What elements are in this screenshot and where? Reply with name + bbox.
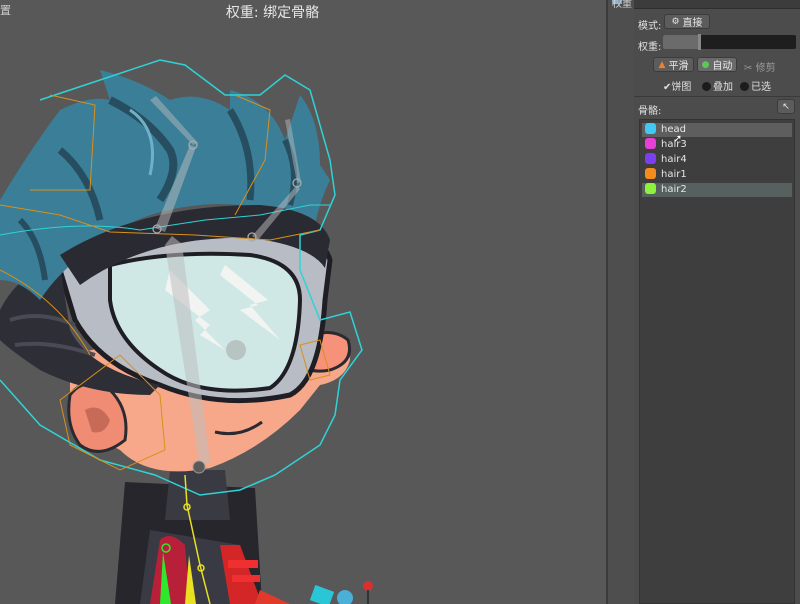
weight-label: 权重:	[638, 42, 662, 53]
weight-slider[interactable]	[663, 34, 796, 50]
prune-button[interactable]: ✂ 修剪	[744, 59, 776, 74]
pie-label: 饼图	[671, 82, 692, 93]
bone-name: hair1	[661, 169, 687, 180]
bones-label: 骨骼:	[638, 106, 662, 117]
list-item[interactable]: hair1	[642, 168, 792, 182]
mode-dropdown[interactable]: ⚙ 直接	[664, 14, 710, 29]
smooth-label: 平滑	[668, 61, 689, 72]
bone-color-swatch	[645, 183, 656, 194]
weight-slider-handle[interactable]	[698, 34, 701, 50]
scissors-icon: ✂	[744, 63, 753, 74]
list-item[interactable]: hair2	[642, 183, 792, 197]
bone-color-swatch	[645, 168, 656, 179]
bone-name: hair4	[661, 154, 687, 165]
bone-pick-button[interactable]: ↖	[777, 99, 795, 114]
list-item[interactable]: head	[642, 123, 792, 137]
bone-color-swatch	[645, 123, 656, 134]
list-item[interactable]: hair3	[642, 138, 792, 152]
pie-check[interactable]: ✔饼图	[663, 78, 691, 93]
auto-button[interactable]: ● 自动	[697, 57, 737, 72]
selected-check[interactable]: 已选	[740, 78, 771, 93]
overlay-radio	[702, 82, 711, 91]
mode-icon: ⚙	[671, 16, 680, 27]
bone-color-swatch	[645, 138, 656, 149]
smooth-button[interactable]: ▲ 平滑	[653, 57, 694, 72]
overlay-check[interactable]: 叠加	[702, 78, 733, 93]
auto-icon: ●	[701, 59, 710, 70]
overlay-label: 叠加	[713, 82, 733, 93]
bone-list[interactable]: head hair3 hair4 hair1 hair2 ➚	[639, 119, 795, 604]
bone-color-swatch	[645, 153, 656, 164]
auto-label: 自动	[712, 61, 733, 72]
weight-slider-fill	[663, 35, 699, 49]
selected-radio	[740, 82, 749, 91]
section-separator	[634, 96, 800, 97]
mode-value: 直接	[682, 18, 703, 29]
cursor-pick-icon: ↖	[782, 101, 790, 112]
viewport-title: 权重: 绑定骨骼	[225, 5, 320, 21]
selected-label: 已选	[751, 82, 771, 93]
mode-label: 模式:	[638, 21, 662, 32]
list-item[interactable]: hair4	[642, 153, 792, 167]
tab-weights[interactable]: 权重	[612, 0, 632, 10]
character-artwork[interactable]	[0, 0, 606, 604]
mouse-cursor-icon: ➚	[673, 132, 683, 145]
canvas-viewport[interactable]: 置 权重: 绑定骨骼	[0, 0, 606, 604]
side-strip	[608, 0, 634, 604]
bone-name: hair2	[661, 184, 687, 195]
panel-tab-bar: 权重	[612, 0, 800, 10]
weights-panel: 权重 模式: ⚙ 直接 权重: ▲ 平滑 ● 自动 ✂ 修剪 ✔饼图 叠加 已选…	[612, 0, 800, 604]
flame-icon: ▲	[658, 59, 666, 70]
prune-label: 修剪	[755, 63, 776, 74]
